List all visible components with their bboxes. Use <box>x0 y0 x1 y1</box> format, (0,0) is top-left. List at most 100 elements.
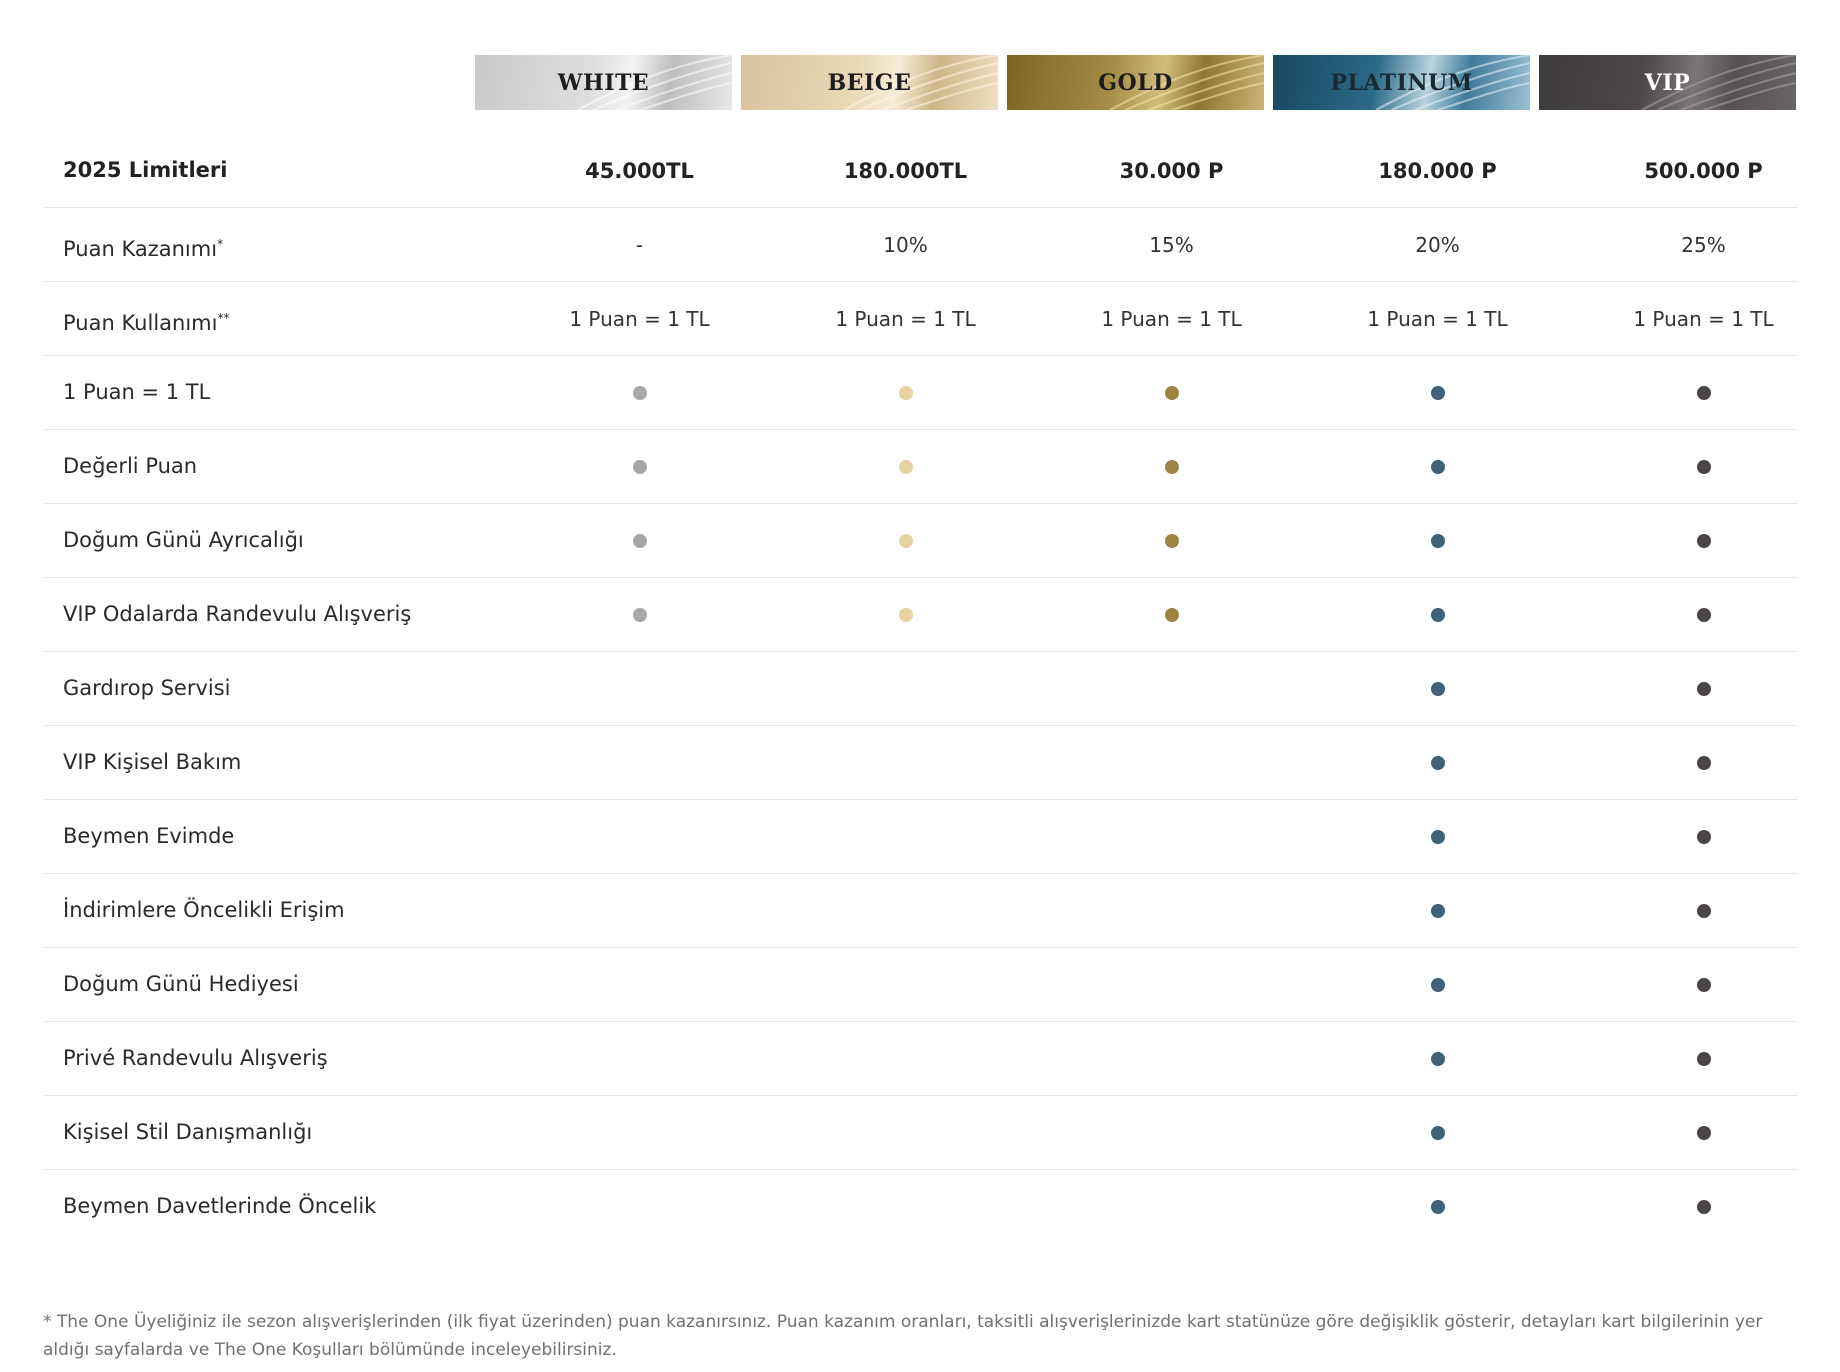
included-dot-icon <box>1430 1199 1445 1214</box>
included-dot-icon <box>1696 1051 1711 1066</box>
table-row: VIP Odalarda Randevulu Alışveriş <box>43 578 1798 652</box>
use-value: 1 Puan = 1 TL <box>1633 306 1774 331</box>
table-row: Değerli Puan <box>43 430 1798 504</box>
included-dot-icon <box>1430 607 1445 622</box>
use-value: 1 Puan = 1 TL <box>1367 306 1508 331</box>
table-row-use: Puan Kullanımı** 1 Puan = 1 TL 1 Puan = … <box>43 282 1798 356</box>
included-dot-icon <box>632 533 647 548</box>
benefit-cell <box>777 1170 1034 1243</box>
earn-value: 25% <box>1681 232 1726 257</box>
table-row: 1 Puan = 1 TL <box>43 356 1798 430</box>
benefit-cell <box>511 726 768 799</box>
benefit-label: Doğum Günü Hediyesi <box>63 972 299 996</box>
benefit-cell <box>1575 356 1832 429</box>
benefit-cell <box>511 1022 768 1095</box>
benefit-cell <box>777 430 1034 503</box>
included-dot-icon <box>1696 755 1711 770</box>
limit-value: 30.000 P <box>1119 158 1224 183</box>
benefit-cell <box>1309 504 1566 577</box>
benefit-label: Beymen Evimde <box>63 824 235 848</box>
benefit-cell <box>511 948 768 1021</box>
benefit-cell <box>1043 356 1300 429</box>
included-dot-icon <box>1164 459 1179 474</box>
included-dot-icon <box>1430 459 1445 474</box>
benefit-cell <box>1309 578 1566 651</box>
included-dot-icon <box>1430 829 1445 844</box>
benefit-cell <box>1575 578 1832 651</box>
benefit-cell <box>511 1170 768 1243</box>
included-dot-icon <box>1696 1199 1711 1214</box>
benefit-cell <box>1309 948 1566 1021</box>
use-value: 1 Puan = 1 TL <box>835 306 976 331</box>
tier-name-gold: GOLD <box>1098 69 1173 96</box>
benefit-cell <box>1309 800 1566 873</box>
included-dot-icon <box>898 459 913 474</box>
table-row-earn: Puan Kazanımı* - 10% 15% 20% 25% <box>43 208 1798 282</box>
included-dot-icon <box>1696 607 1711 622</box>
included-dot-icon <box>1430 755 1445 770</box>
included-dot-icon <box>1430 681 1445 696</box>
use-value: 1 Puan = 1 TL <box>1101 306 1242 331</box>
benefit-cell <box>511 578 768 651</box>
benefit-cell <box>777 948 1034 1021</box>
benefit-cell <box>1043 874 1300 947</box>
benefit-cell <box>511 356 768 429</box>
tier-name-vip: VIP <box>1644 69 1691 96</box>
tier-beige-card: BEIGE <box>741 55 998 110</box>
benefit-cell <box>1043 652 1300 725</box>
benefit-cell <box>511 800 768 873</box>
table-row-limits: 2025 Limitleri 45.000TL 180.000TL 30.000… <box>43 134 1798 208</box>
included-dot-icon <box>1430 903 1445 918</box>
included-dot-icon <box>1696 977 1711 992</box>
included-dot-icon <box>898 385 913 400</box>
table-row: Beymen Davetlerinde Öncelik <box>43 1170 1798 1243</box>
table-row: VIP Kişisel Bakım <box>43 726 1798 800</box>
footnote: * The One Üyeliğiniz ile sezon alışveriş… <box>43 1312 1763 1360</box>
benefit-label: 1 Puan = 1 TL <box>63 380 211 404</box>
included-dot-icon <box>1164 533 1179 548</box>
limit-value: 45.000TL <box>585 158 694 183</box>
benefit-cell <box>777 800 1034 873</box>
earn-value: 15% <box>1149 232 1194 257</box>
tier-name-platinum: PLATINUM <box>1330 69 1473 96</box>
benefit-cell <box>1575 1022 1832 1095</box>
table-row: Doğum Günü Ayrıcalığı <box>43 504 1798 578</box>
benefit-label: Privé Randevulu Alışveriş <box>63 1046 328 1070</box>
tier-gold-card: GOLD <box>1007 55 1264 110</box>
benefit-cell <box>1575 874 1832 947</box>
benefit-cell <box>1575 652 1832 725</box>
row-label-text: Puan Kazanımı <box>63 237 218 261</box>
table-row: İndirimlere Öncelikli Erişim <box>43 874 1798 948</box>
row-label: Puan Kullanımı** <box>63 282 229 355</box>
included-dot-icon <box>632 385 647 400</box>
row-label: Puan Kazanımı* <box>63 208 223 281</box>
row-label: 2025 Limitleri <box>63 158 228 182</box>
benefit-cell <box>1309 1170 1566 1243</box>
benefit-cell <box>1309 726 1566 799</box>
benefit-cell <box>1043 948 1300 1021</box>
benefit-cell <box>1575 800 1832 873</box>
benefit-cell <box>777 504 1034 577</box>
use-value: 1 Puan = 1 TL <box>569 306 710 331</box>
tier-name-white: WHITE <box>557 69 650 96</box>
included-dot-icon <box>1696 829 1711 844</box>
included-dot-icon <box>1696 1125 1711 1140</box>
benefit-label: Doğum Günü Ayrıcalığı <box>63 528 304 552</box>
included-dot-icon <box>1696 459 1711 474</box>
benefit-cell <box>511 652 768 725</box>
included-dot-icon <box>898 607 913 622</box>
benefit-label: VIP Kişisel Bakım <box>63 750 242 774</box>
benefit-cell <box>1309 1022 1566 1095</box>
benefit-cell <box>777 356 1034 429</box>
benefit-cell <box>777 1022 1034 1095</box>
benefit-cell <box>511 874 768 947</box>
included-dot-icon <box>1430 1051 1445 1066</box>
benefit-cell <box>1043 578 1300 651</box>
benefit-cell <box>511 1096 768 1169</box>
table-row: Doğum Günü Hediyesi <box>43 948 1798 1022</box>
table-row: Kişisel Stil Danışmanlığı <box>43 1096 1798 1170</box>
tier-vip-card: VIP <box>1539 55 1796 110</box>
included-dot-icon <box>1430 1125 1445 1140</box>
benefit-cell <box>1309 356 1566 429</box>
benefit-cell <box>1043 1022 1300 1095</box>
